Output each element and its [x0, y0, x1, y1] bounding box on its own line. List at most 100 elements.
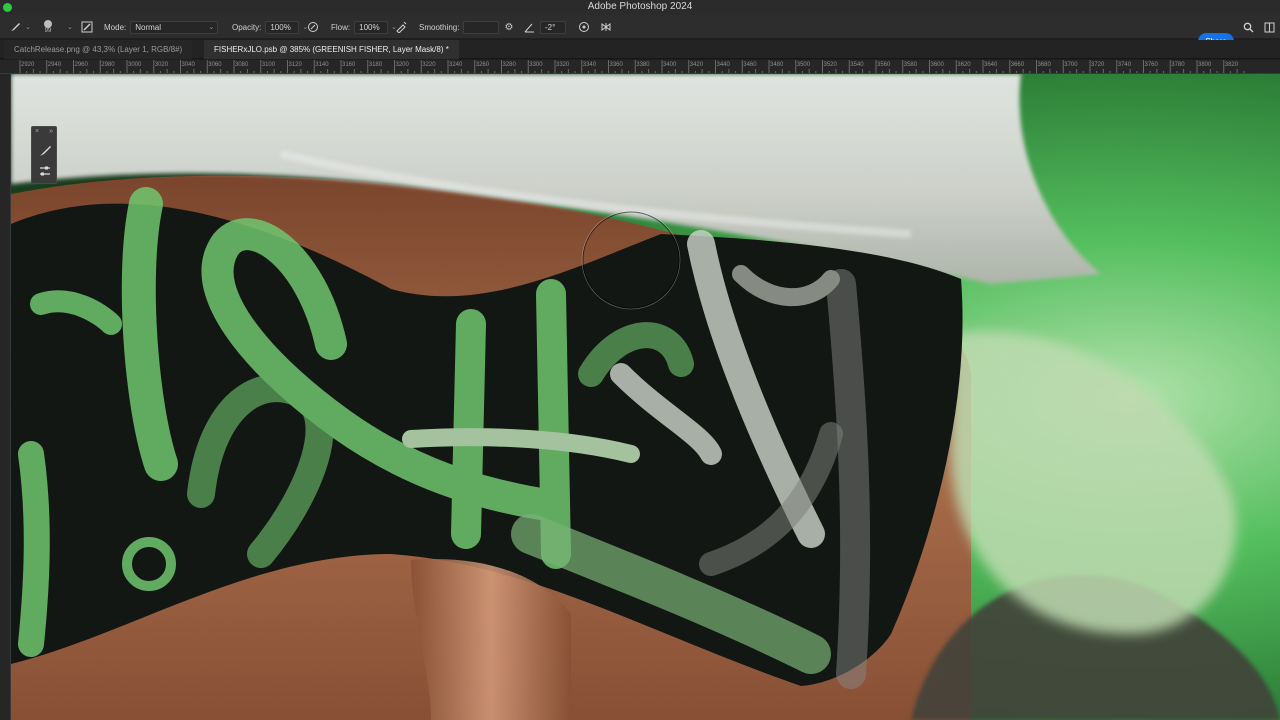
expand-icon[interactable]: » [49, 128, 53, 135]
ruler-tick-label: 3380 [636, 62, 650, 68]
butterfly-icon [599, 20, 613, 34]
app-title: Adobe Photoshop 2024 [587, 1, 693, 12]
brush-preset-picker[interactable]: 99 [44, 15, 52, 39]
smoothing-label: Smoothing: [419, 22, 460, 32]
ruler-tick-label: 3420 [689, 62, 704, 68]
ruler-tick-label: 3060 [208, 62, 222, 68]
panels-icon [1262, 20, 1276, 34]
ruler-tick-label: 3760 [1144, 62, 1158, 68]
document-tabs: CatchRelease.png @ 43,3% (Layer 1, RGB/8… [0, 40, 1280, 59]
angle-field[interactable]: -2° [540, 20, 566, 34]
ruler-tick-label: 3660 [1010, 62, 1025, 68]
tab-fisherxjlo[interactable]: FISHERxJLO.psb @ 385% (GREENISH FISHER, … [204, 40, 459, 59]
ruler-tick-label: 3740 [1117, 62, 1132, 68]
chevron-down-icon: ⌄ [67, 24, 73, 31]
flow-value: 100% [359, 22, 380, 32]
ruler-tick-label: 3480 [770, 62, 784, 68]
document-canvas[interactable] [11, 74, 1280, 720]
ruler-tick-label: 3360 [609, 62, 623, 68]
ruler-tick-label: 3000 [128, 62, 142, 68]
tool-options-button[interactable] [37, 163, 53, 179]
vertical-ruler[interactable] [0, 74, 11, 720]
tool-preset-picker[interactable]: ⌄ [8, 15, 31, 39]
ruler-tick-label: 3040 [181, 62, 195, 68]
smoothing-settings-button[interactable]: ⚙ [502, 15, 516, 39]
search-button[interactable] [1241, 15, 1255, 39]
ruler-tick-label: 3260 [475, 62, 490, 68]
ruler-tick-label: 3780 [1171, 62, 1185, 68]
sliders-icon [40, 166, 50, 176]
airbrush-toggle[interactable] [394, 15, 408, 39]
tab-catchrelease[interactable]: CatchRelease.png @ 43,3% (Layer 1, RGB/8… [4, 40, 193, 59]
brush-tool-button[interactable] [37, 143, 53, 159]
brush-icon [40, 146, 51, 156]
ruler-tick-label: 2920 [21, 62, 35, 68]
pressure-size-toggle[interactable] [577, 15, 591, 39]
ruler-tick-label: 3520 [823, 62, 837, 68]
pressure-opacity-icon [306, 20, 320, 34]
ruler-tick-label: 3440 [716, 62, 730, 68]
ruler-tick-label: 3320 [556, 62, 570, 68]
ruler-tick-label: 3640 [984, 62, 998, 68]
brush-icon [8, 20, 22, 34]
title-bar: Adobe Photoshop 2024 [0, 0, 1280, 15]
options-bar: ⌄ 99 ⌄ Mode: Normal ⌄ Opacity: 100% ⌄ Fl… [0, 15, 1280, 50]
symmetry-button[interactable] [599, 15, 613, 39]
ruler-tick-label: 3340 [582, 62, 597, 68]
brush-settings-icon [80, 20, 94, 34]
mode-dropdown[interactable]: Normal ⌄ [130, 20, 219, 34]
grain-overlay [11, 74, 1280, 720]
ruler-tick-label: 3820 [1224, 62, 1239, 68]
smoothing-field[interactable] [463, 20, 500, 34]
brush-tip-icon [44, 19, 52, 28]
ruler-tick-label: 3500 [796, 62, 811, 68]
ruler-tick-label: 3580 [903, 62, 918, 68]
opacity-label: Opacity: [232, 22, 262, 32]
ruler-tick-label: 3800 [1198, 62, 1212, 68]
ruler-tick-label: 2980 [101, 62, 115, 68]
ruler-tick-label: 3220 [422, 62, 436, 68]
angle-icon [522, 20, 536, 34]
ruler-tick-label: 3140 [315, 62, 329, 68]
ruler-tick-label: 3080 [235, 62, 249, 68]
ruler-tick-label: 3700 [1064, 62, 1078, 68]
ruler-tick-label: 3200 [395, 62, 409, 68]
flow-field[interactable]: 100% [354, 20, 389, 34]
mode-label: Mode: [104, 22, 127, 32]
chevron-down-icon: ⌄ [208, 24, 215, 31]
tab-label: FISHERxJLO.psb @ 385% (GREENISH FISHER, … [214, 45, 449, 54]
ruler-tick-label: 3720 [1091, 62, 1105, 68]
pressure-size-icon [577, 20, 591, 34]
ruler-tick-label: 3680 [1037, 62, 1051, 68]
ruler-tick-label: 3180 [368, 62, 383, 68]
flow-label: Flow: [331, 22, 351, 32]
ruler-tick-label: 3120 [288, 62, 302, 68]
ruler-tick-label: 2960 [74, 62, 88, 68]
opacity-value: 100% [270, 22, 291, 32]
ruler-tick-label: 3020 [154, 62, 169, 68]
ruler-tick-label: 3460 [743, 62, 757, 68]
opacity-field[interactable]: 100% [265, 20, 300, 34]
pressure-opacity-toggle[interactable] [306, 15, 320, 39]
horizontal-ruler[interactable]: 2920 2940 2960 2980 3000 3020 3040 3060 3080 3100… [0, 60, 1280, 74]
mode-value: Normal [135, 22, 162, 32]
airbrush-icon [394, 20, 408, 34]
brush-chevron[interactable]: ⌄ [64, 15, 73, 39]
panels-button[interactable] [1262, 15, 1276, 39]
brush-settings-toggle[interactable] [80, 15, 94, 39]
angle-value: -2° [545, 22, 556, 32]
ruler-tick-label: 3240 [449, 62, 463, 68]
gear-icon: ⚙ [504, 21, 514, 33]
ruler-tick-label: 3560 [877, 62, 891, 68]
ruler-tick-label: 3540 [850, 62, 864, 68]
search-icon [1241, 20, 1255, 34]
tab-label: CatchRelease.png @ 43,3% (Layer 1, RGB/8… [14, 45, 183, 54]
artwork [11, 74, 1280, 720]
ruler-tick-label: 3280 [502, 62, 516, 68]
close-icon[interactable]: × [35, 128, 39, 135]
ruler-tick-label: 3400 [663, 62, 677, 68]
ruler-tick-label: 3600 [930, 62, 944, 68]
ruler-tick-label: 3620 [957, 62, 971, 68]
ruler-tick-label: 2940 [47, 62, 62, 68]
ruler-tick-label: 3100 [261, 62, 276, 68]
